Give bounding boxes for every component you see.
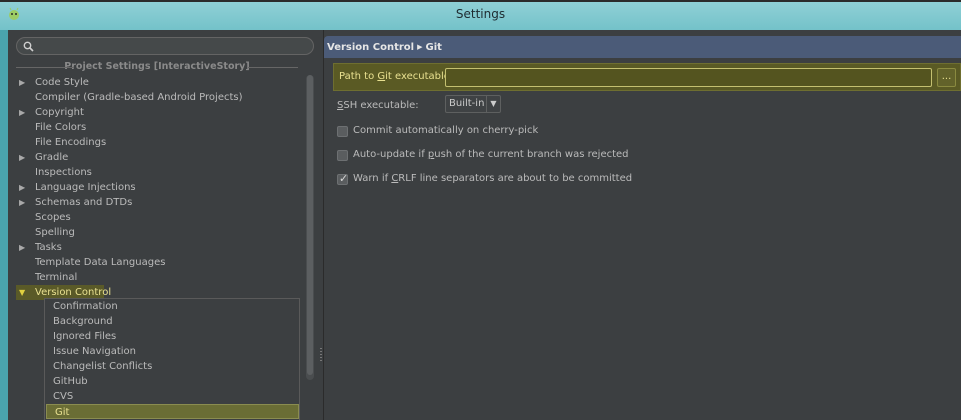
subtree-item-issue-navigation[interactable]: Issue Navigation bbox=[45, 344, 299, 359]
collapsed-arrow-icon[interactable]: ▶ bbox=[19, 105, 29, 120]
breadcrumb-current: Git bbox=[425, 42, 442, 53]
subtree-item-cvs[interactable]: CVS bbox=[45, 389, 299, 404]
tree-item-label: Scopes bbox=[35, 212, 71, 223]
dialog-body: Project Settings [InteractiveStory] ▶ Cod… bbox=[8, 30, 961, 420]
settings-search-input[interactable] bbox=[16, 37, 314, 55]
collapsed-arrow-icon[interactable]: ▶ bbox=[19, 195, 29, 210]
tree-item-schemas-and-dtds[interactable]: ▶ Schemas and DTDs bbox=[16, 195, 306, 210]
tree-item-tasks[interactable]: ▶ Tasks bbox=[16, 240, 306, 255]
version-control-subtree: Confirmation Background Ignored Files Issue… bbox=[44, 298, 300, 420]
tree-item-label: Version Control bbox=[35, 287, 112, 298]
scrollbar-thumb[interactable] bbox=[307, 75, 313, 375]
tree-item-label: Spelling bbox=[35, 227, 75, 238]
subtree-item-background[interactable]: Background bbox=[45, 314, 299, 329]
tree-item-code-style[interactable]: ▶ Code Style bbox=[16, 75, 306, 90]
tree-item-label: Copyright bbox=[35, 107, 84, 118]
tree-item-label: Terminal bbox=[35, 272, 78, 283]
tree-item-label: Code Style bbox=[35, 77, 89, 88]
tree-item-label: File Colors bbox=[35, 122, 87, 133]
browse-button[interactable]: ... bbox=[937, 68, 956, 87]
tree-item-label: Gradle bbox=[35, 152, 69, 163]
settings-tree: ▶ Code Style Compiler (Gradle-based Androi… bbox=[16, 75, 306, 300]
tree-item-inspections[interactable]: Inspections bbox=[16, 165, 306, 180]
tree-item-label: Language Injections bbox=[35, 182, 136, 193]
search-icon bbox=[23, 41, 34, 52]
subtree-item-confirmation[interactable]: Confirmation bbox=[45, 299, 299, 314]
tree-item-label: Template Data Languages bbox=[35, 257, 166, 268]
title-bar: Settings bbox=[0, 0, 961, 30]
tree-item-compiler-gradle-based-android-projects[interactable]: Compiler (Gradle-based Android Projects) bbox=[16, 90, 306, 105]
splitter-grip-icon bbox=[320, 348, 322, 362]
ssh-executable-select[interactable]: Built-in ▼ bbox=[445, 95, 501, 113]
checkbox-label: Warn if CRLF line separators are about t… bbox=[353, 173, 633, 184]
breadcrumb-separator-icon: ▶ bbox=[417, 43, 423, 51]
tree-item-terminal[interactable]: Terminal bbox=[16, 270, 306, 285]
checkmark-icon: ✓ bbox=[339, 172, 349, 185]
tree-item-label: File Encodings bbox=[35, 137, 107, 148]
settings-nav-panel: Project Settings [InteractiveStory] ▶ Cod… bbox=[8, 30, 318, 420]
subtree-item-git[interactable]: Git bbox=[46, 404, 299, 419]
expanded-arrow-icon[interactable]: ▼ bbox=[19, 285, 29, 300]
checkbox-unchecked[interactable] bbox=[337, 126, 348, 137]
checkbox-checked[interactable]: ✓ bbox=[337, 172, 349, 185]
checkbox-label: Commit automatically on cherry-pick bbox=[353, 125, 539, 136]
tree-item-gradle[interactable]: ▶ Gradle bbox=[16, 150, 306, 165]
chevron-down-icon: ▼ bbox=[486, 96, 500, 112]
breadcrumb: Version Control ▶ Git bbox=[324, 36, 961, 58]
git-settings-panel: Version Control ▶ Git Path to Git executab… bbox=[324, 30, 961, 420]
git-path-input[interactable] bbox=[445, 68, 932, 87]
collapsed-arrow-icon[interactable]: ▶ bbox=[19, 150, 29, 165]
git-path-label: Path to Git executable: bbox=[339, 71, 454, 82]
collapsed-arrow-icon[interactable]: ▶ bbox=[19, 75, 29, 90]
tree-item-label: Compiler (Gradle-based Android Projects) bbox=[35, 92, 243, 103]
tree-item-label: Inspections bbox=[35, 167, 92, 178]
git-path-row: Path to Git executable: ... bbox=[333, 63, 961, 91]
tree-item-scopes[interactable]: Scopes bbox=[16, 210, 306, 225]
checkbox-unchecked[interactable] bbox=[337, 150, 348, 161]
ssh-executable-label: SSH executable: bbox=[337, 100, 419, 111]
tree-item-copyright[interactable]: ▶ Copyright bbox=[16, 105, 306, 120]
subtree-item-ignored-files[interactable]: Ignored Files bbox=[45, 329, 299, 344]
collapsed-arrow-icon[interactable]: ▶ bbox=[19, 180, 29, 195]
window-title: Settings bbox=[455, 7, 506, 21]
tree-item-file-colors[interactable]: File Colors bbox=[16, 120, 306, 135]
ssh-select-value: Built-in bbox=[449, 98, 485, 109]
tree-item-language-injections[interactable]: ▶ Language Injections bbox=[16, 180, 306, 195]
checkbox-label: Auto-update if push of the current branc… bbox=[353, 149, 629, 160]
tree-item-file-encodings[interactable]: File Encodings bbox=[16, 135, 306, 150]
tree-item-template-data-languages[interactable]: Template Data Languages bbox=[16, 255, 306, 270]
subtree-item-changelist-conflicts[interactable]: Changelist Conflicts bbox=[45, 359, 299, 374]
tree-item-spelling[interactable]: Spelling bbox=[16, 225, 306, 240]
tree-item-label: Tasks bbox=[35, 242, 62, 253]
subtree-item-github[interactable]: GitHub bbox=[45, 374, 299, 389]
collapsed-arrow-icon[interactable]: ▶ bbox=[19, 240, 29, 255]
tree-item-label: Schemas and DTDs bbox=[35, 197, 133, 208]
section-header: Project Settings [InteractiveStory] bbox=[16, 61, 298, 73]
settings-window: Settings Project Settings [InteractiveSt… bbox=[0, 0, 961, 420]
tree-scrollbar[interactable] bbox=[306, 75, 314, 380]
breadcrumb-parent[interactable]: Version Control bbox=[327, 42, 414, 53]
